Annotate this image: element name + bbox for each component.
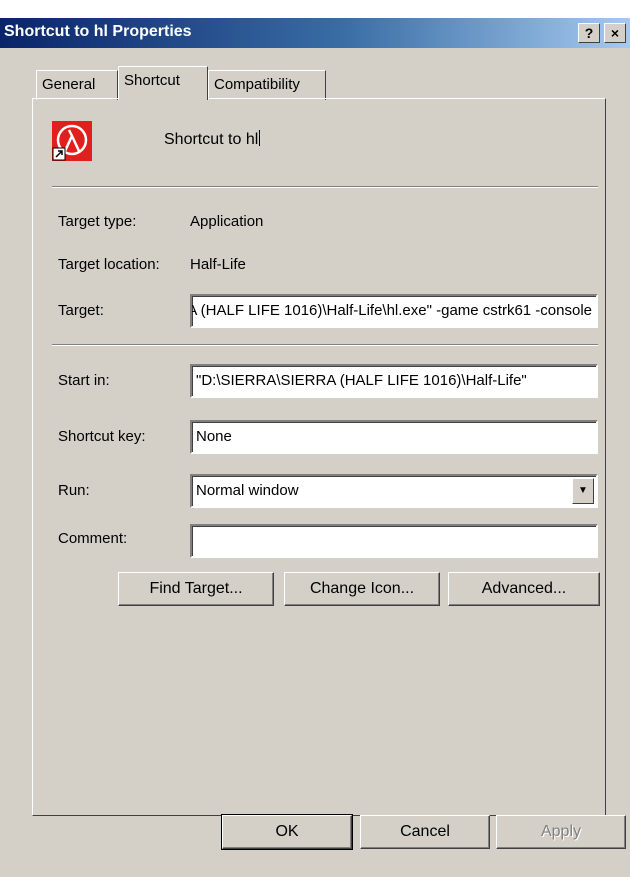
shortcut-key-label: Shortcut key:: [58, 428, 146, 445]
tab-shortcut-label: Shortcut: [124, 72, 180, 89]
window-title: Shortcut to hl Properties: [4, 23, 192, 40]
tab-general-label: General: [42, 76, 96, 93]
comment-label: Comment:: [58, 530, 128, 547]
target-input[interactable]: "D:\SIERRA\SIERRA (HALF LIFE 1016)\Half-…: [190, 294, 598, 328]
apply-button[interactable]: Apply: [496, 815, 626, 849]
start-in-input-text: "D:\SIERRA\SIERRA (HALF LIFE 1016)\Half-…: [196, 372, 527, 389]
advanced-button[interactable]: Advanced...: [448, 572, 600, 606]
divider: [52, 186, 598, 188]
target-type-label: Target type:: [58, 213, 137, 230]
target-input-text: "D:\SIERRA\SIERRA (HALF LIFE 1016)\Half-…: [192, 302, 592, 319]
half-life-lambda-icon: [52, 121, 92, 161]
comment-input[interactable]: [190, 524, 598, 558]
divider: [52, 344, 598, 346]
help-icon: ?: [584, 25, 594, 41]
chevron-down-icon: ▼: [578, 485, 588, 496]
run-select[interactable]: Normal window ▼: [190, 474, 598, 508]
find-target-button[interactable]: Find Target...: [118, 572, 274, 606]
shortcut-key-input[interactable]: None: [190, 420, 598, 454]
start-in-label: Start in:: [58, 372, 110, 389]
text-caret: [259, 130, 261, 146]
shortcut-key-input-text: None: [196, 428, 232, 445]
tab-compatibility[interactable]: Compatibility: [208, 70, 326, 100]
cancel-button[interactable]: Cancel: [360, 815, 490, 849]
tab-shortcut[interactable]: Shortcut: [118, 66, 208, 100]
title-bar[interactable]: Shortcut to hl Properties ? ×: [0, 18, 630, 48]
target-type-value: Application: [190, 213, 264, 230]
run-label: Run:: [58, 482, 90, 499]
properties-dialog: Shortcut to hl Properties ? × General Sh…: [0, 18, 630, 877]
dropdown-arrow-button[interactable]: ▼: [572, 478, 594, 504]
close-button[interactable]: ×: [604, 23, 626, 43]
tab-general[interactable]: General: [36, 70, 118, 100]
shortcut-name-text: Shortcut to hl: [164, 131, 259, 148]
change-icon-button[interactable]: Change Icon...: [284, 572, 440, 606]
target-label: Target:: [58, 302, 104, 319]
ok-button[interactable]: OK: [221, 814, 353, 850]
start-in-input[interactable]: "D:\SIERRA\SIERRA (HALF LIFE 1016)\Half-…: [190, 364, 598, 398]
tab-compatibility-label: Compatibility: [214, 76, 300, 93]
help-button[interactable]: ?: [578, 23, 600, 43]
shortcut-tab-panel: [32, 98, 606, 816]
close-icon: ×: [610, 25, 620, 41]
target-location-label: Target location:: [58, 256, 160, 273]
shortcut-name[interactable]: Shortcut to hl: [164, 130, 261, 149]
target-location-value: Half-Life: [190, 256, 246, 273]
run-select-value: Normal window: [196, 482, 299, 499]
